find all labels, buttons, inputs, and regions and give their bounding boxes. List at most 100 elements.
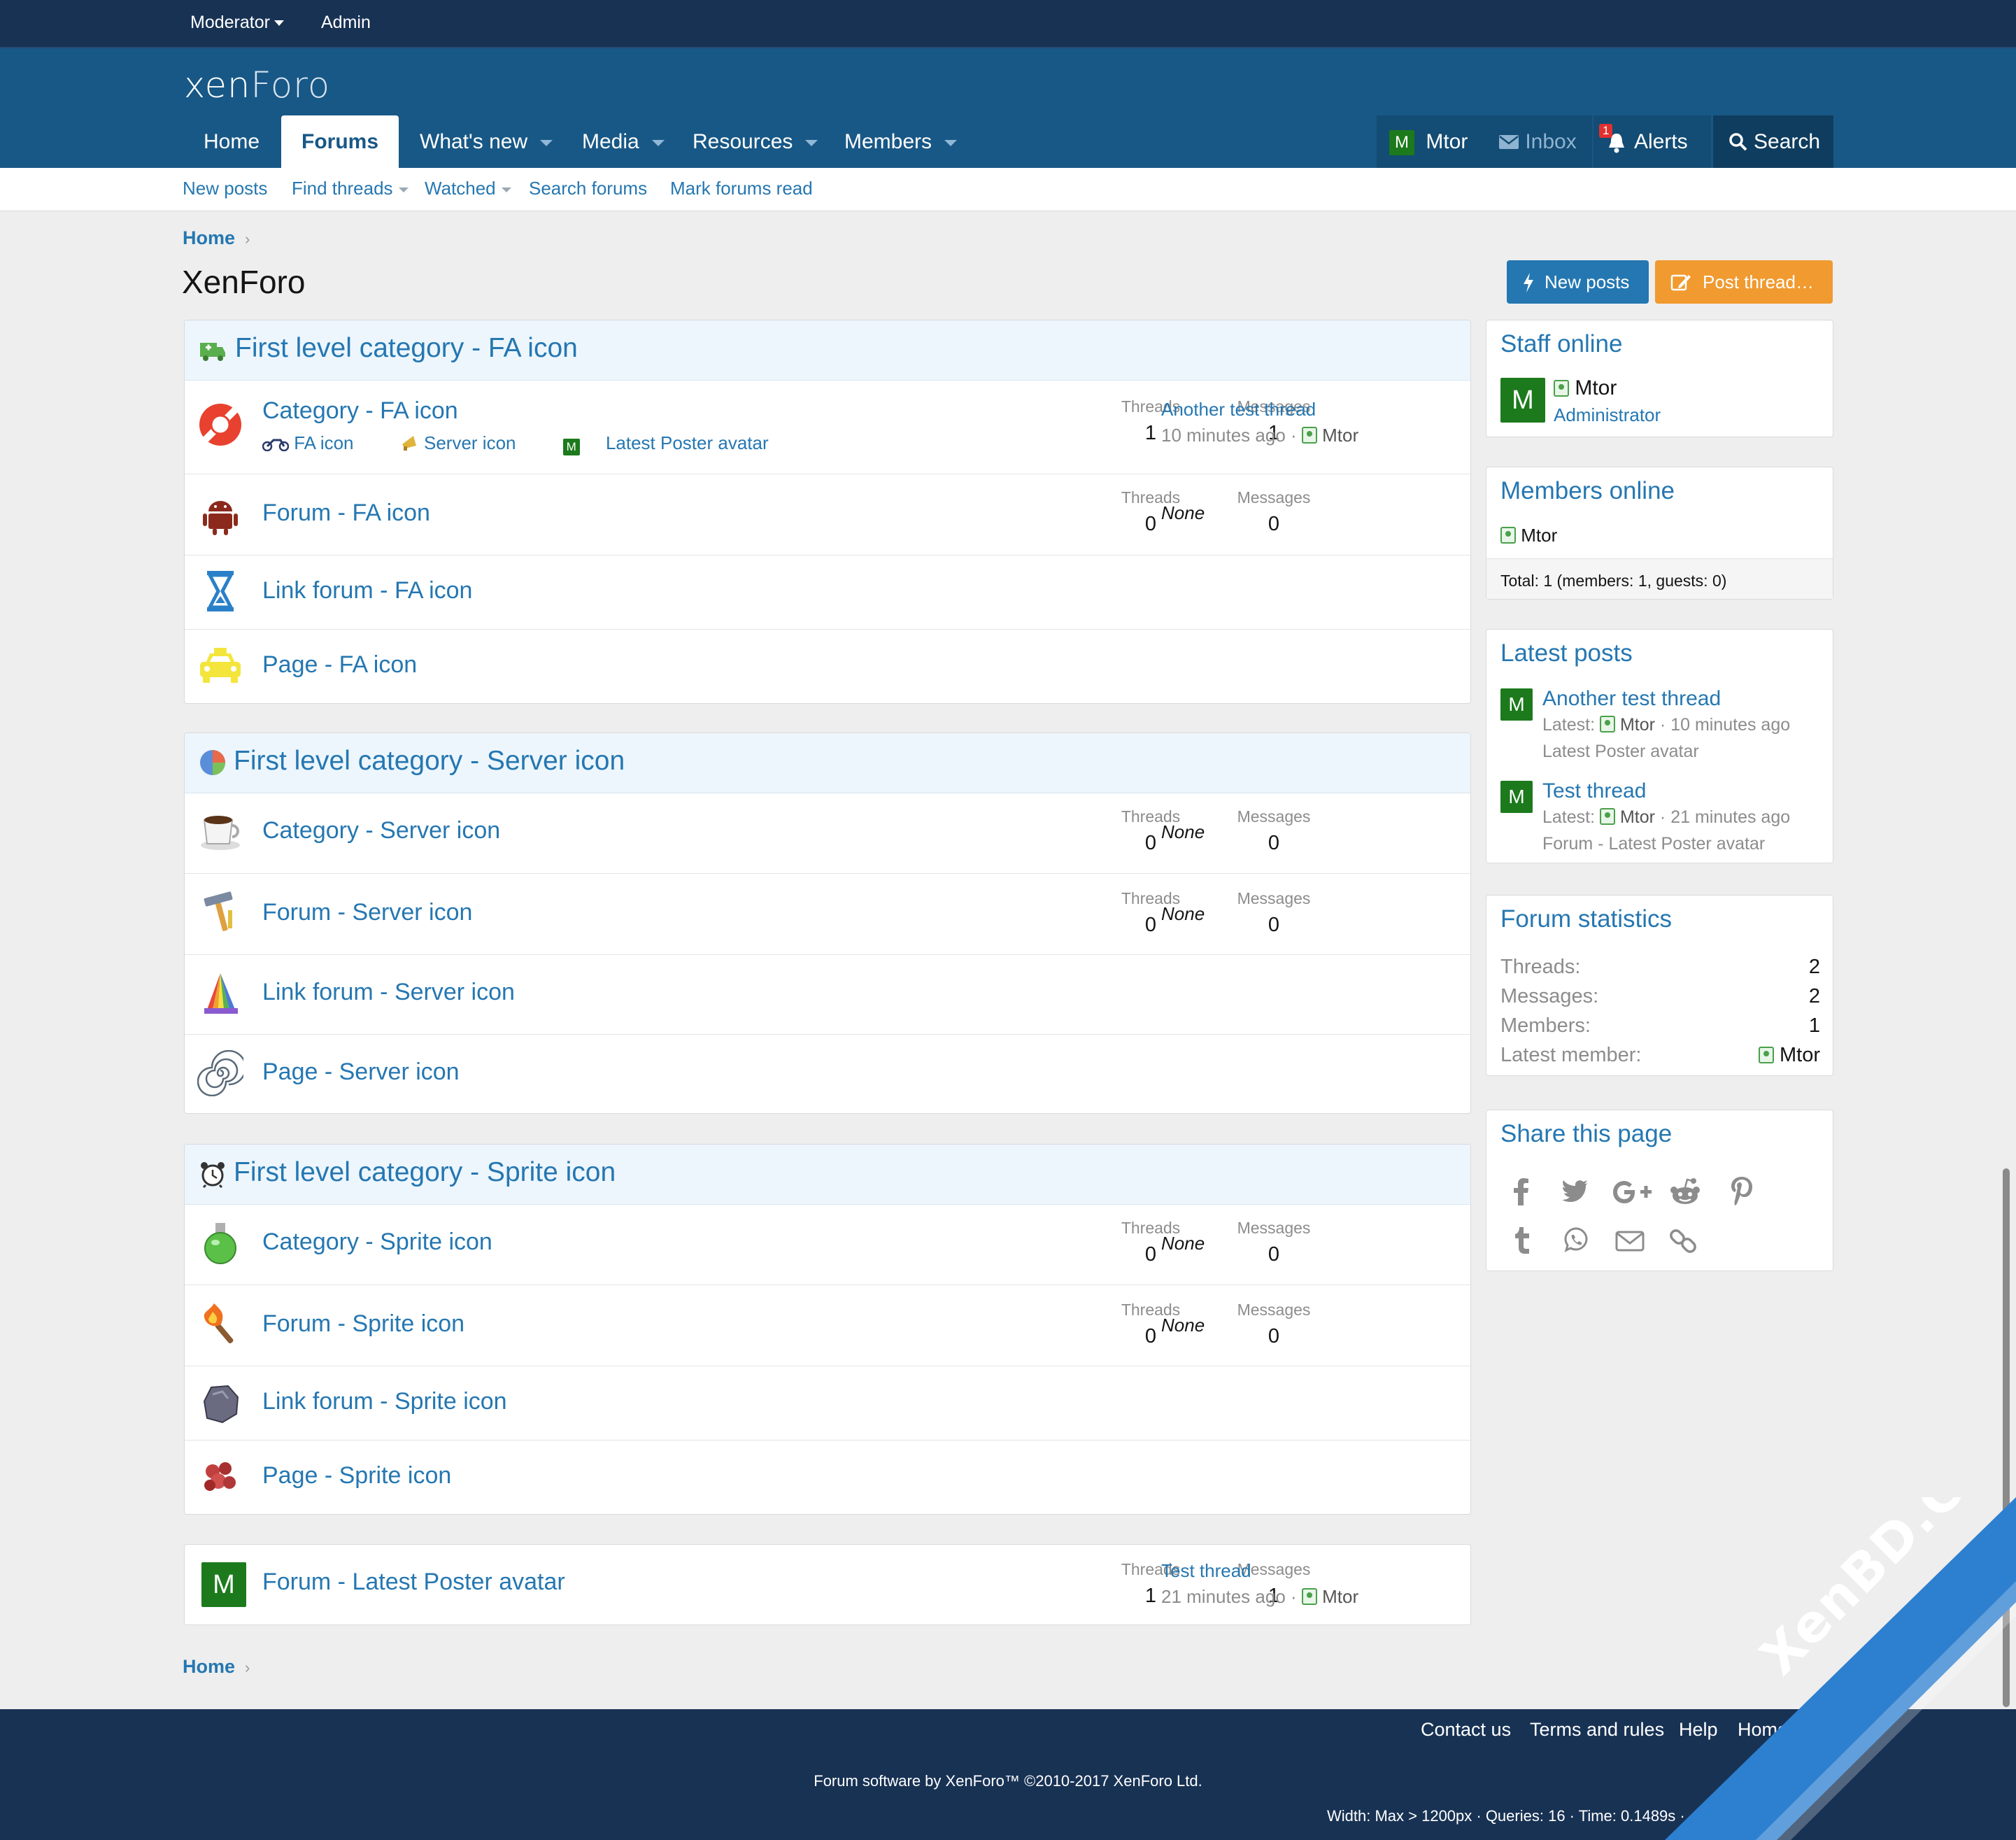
nav-tab-home[interactable]: Home [183, 115, 280, 168]
latest-post-title[interactable]: Test thread [1542, 779, 1646, 803]
latest-meta: 21 minutes ago · Mtor [1161, 1586, 1358, 1608]
breadcrumb-home[interactable]: Home [183, 227, 235, 248]
node-title[interactable]: Link forum - FA icon [262, 577, 472, 604]
staff-name-link[interactable]: Mtor [1575, 376, 1617, 399]
life-ring-icon [199, 404, 241, 446]
subforum-label[interactable]: Latest Poster avatar [606, 432, 769, 453]
pinterest-icon[interactable] [1730, 1176, 1754, 1205]
subnav-mark-read[interactable]: Mark forums read [670, 178, 813, 199]
node-title[interactable]: Page - FA icon [262, 651, 417, 679]
stat-value[interactable]: Mtor [1780, 1044, 1820, 1066]
subforum-link[interactable]: M Latest Poster avatar [562, 432, 790, 455]
nav-tab-forums[interactable]: Forums [281, 115, 399, 168]
footer-contact-link[interactable]: Contact us [1421, 1719, 1511, 1741]
node-row: Link forum - FA icon [185, 555, 1470, 630]
widget-title[interactable]: Staff online [1500, 330, 1623, 358]
node-title[interactable]: Page - Server icon [262, 1059, 460, 1086]
avatar[interactable]: M [1500, 688, 1533, 721]
node-title[interactable]: Category - FA icon [262, 397, 458, 425]
latest-user-link[interactable]: Mtor [1322, 1586, 1358, 1607]
node-title[interactable]: Forum - Sprite icon [262, 1310, 464, 1338]
avatar[interactable]: M [1500, 781, 1533, 813]
avatar[interactable]: M [1500, 378, 1545, 423]
latest-post-meta: Latest: Mtor · 21 minutes ago [1542, 807, 1790, 828]
node-title[interactable]: Page - Sprite icon [262, 1462, 451, 1489]
widget-title[interactable]: Members online [1500, 477, 1675, 505]
subforum-label[interactable]: FA icon [294, 432, 353, 453]
nav-tab-whats-new[interactable]: What's new [399, 115, 573, 168]
node-title[interactable]: Forum - Latest Poster avatar [262, 1569, 565, 1596]
google-plus-icon[interactable] [1612, 1180, 1652, 1204]
subnav-find-threads[interactable]: Find threads [292, 178, 409, 199]
page-title: XenForo [182, 264, 306, 300]
subforum-label[interactable]: Server icon [424, 432, 516, 453]
color-swatch-icon [204, 973, 238, 1014]
nav-tab-media[interactable]: Media [562, 115, 685, 168]
megaphone-icon [402, 436, 416, 451]
category-header: First level category - Sprite icon [185, 1145, 1470, 1205]
alerts-label: Alerts [1634, 130, 1688, 153]
account-link[interactable]: M Mtor [1389, 115, 1468, 168]
chevron-down-icon[interactable] [651, 139, 665, 146]
node-row: Category - Server icon Threads 0 Messages… [185, 793, 1470, 874]
tumblr-icon[interactable] [1513, 1226, 1531, 1254]
subforum-link[interactable]: Server icon [401, 432, 537, 453]
node-title[interactable]: Forum - FA icon [262, 500, 430, 527]
chevron-down-icon[interactable] [944, 139, 958, 146]
footer-terms-link[interactable]: Terms and rules [1530, 1719, 1664, 1741]
site-logo[interactable]: xenForo [184, 65, 330, 106]
admin-link[interactable]: Admin [321, 13, 371, 33]
nav-tab-resources[interactable]: Resources [672, 115, 838, 168]
widget-title[interactable]: Latest posts [1500, 639, 1633, 667]
subnav-new-posts[interactable]: New posts [183, 178, 267, 199]
nav-tab-members[interactable]: Members [824, 115, 977, 168]
latest-user-link[interactable]: Mtor [1322, 425, 1358, 446]
latest-member[interactable]: Mtor [1758, 1044, 1820, 1073]
messages-label: Messages [1237, 1301, 1311, 1319]
subnav-watched[interactable]: Watched [425, 178, 511, 199]
node-title[interactable]: Category - Server icon [262, 817, 500, 844]
node-row: Page - Sprite icon [185, 1441, 1470, 1515]
inbox-label: Inbox [1525, 130, 1577, 153]
search-button[interactable]: Search [1713, 115, 1833, 168]
twitter-icon[interactable] [1562, 1180, 1589, 1203]
node-row: Category - FA icon FA icon Server icon M… [185, 381, 1470, 474]
latest-thread-link[interactable]: Another test thread [1161, 399, 1358, 420]
whatsapp-icon[interactable] [1562, 1226, 1590, 1254]
breadcrumb-bottom[interactable]: Home › [183, 1656, 250, 1678]
node-title[interactable]: Forum - Server icon [262, 899, 472, 926]
category-title[interactable]: First level category - Sprite icon [234, 1157, 616, 1188]
latest-user-link[interactable]: Mtor [1620, 715, 1655, 735]
chevron-down-icon[interactable] [540, 139, 553, 146]
chevron-down-icon[interactable] [805, 139, 818, 146]
alerts-link[interactable]: 1 Alerts [1593, 115, 1711, 168]
node-title[interactable]: Link forum - Server icon [262, 979, 515, 1006]
category-title[interactable]: First level category - FA icon [235, 333, 578, 364]
new-posts-label: New posts [1545, 271, 1630, 292]
widget-title[interactable]: Forum statistics [1500, 905, 1672, 933]
latest-post-forum[interactable]: Latest Poster avatar [1542, 742, 1699, 762]
link-icon[interactable] [1668, 1226, 1698, 1256]
stat-label: Members: [1500, 1014, 1591, 1037]
moderator-menu[interactable]: Moderator [190, 13, 284, 33]
breadcrumb-home[interactable]: Home [183, 1656, 235, 1677]
watermark-logo: XenBD.Com [1665, 1497, 2016, 1840]
new-posts-button[interactable]: New posts [1507, 260, 1649, 304]
latest-thread-link[interactable]: Test thread [1161, 1560, 1358, 1582]
staff-online-widget: Staff online M Mtor Administrator [1486, 320, 1833, 437]
reddit-icon[interactable] [1670, 1177, 1701, 1205]
breadcrumb[interactable]: Home › [183, 227, 250, 249]
post-thread-button[interactable]: Post thread… [1655, 260, 1833, 304]
node-title[interactable]: Link forum - Sprite icon [262, 1388, 507, 1415]
subnav-search-forums[interactable]: Search forums [529, 178, 647, 199]
member-link[interactable]: Mtor [1521, 525, 1557, 546]
latest-post-title[interactable]: Another test thread [1542, 687, 1721, 711]
email-icon[interactable] [1615, 1231, 1645, 1252]
facebook-icon[interactable] [1512, 1177, 1530, 1205]
category-title[interactable]: First level category - Server icon [234, 746, 625, 777]
subforum-link[interactable]: FA icon [262, 432, 375, 453]
node-title[interactable]: Category - Sprite icon [262, 1229, 492, 1256]
latest-user-link[interactable]: Mtor [1620, 807, 1655, 827]
latest-post-forum[interactable]: Forum - Latest Poster avatar [1542, 834, 1765, 854]
inbox-link[interactable]: Inbox [1498, 115, 1577, 168]
